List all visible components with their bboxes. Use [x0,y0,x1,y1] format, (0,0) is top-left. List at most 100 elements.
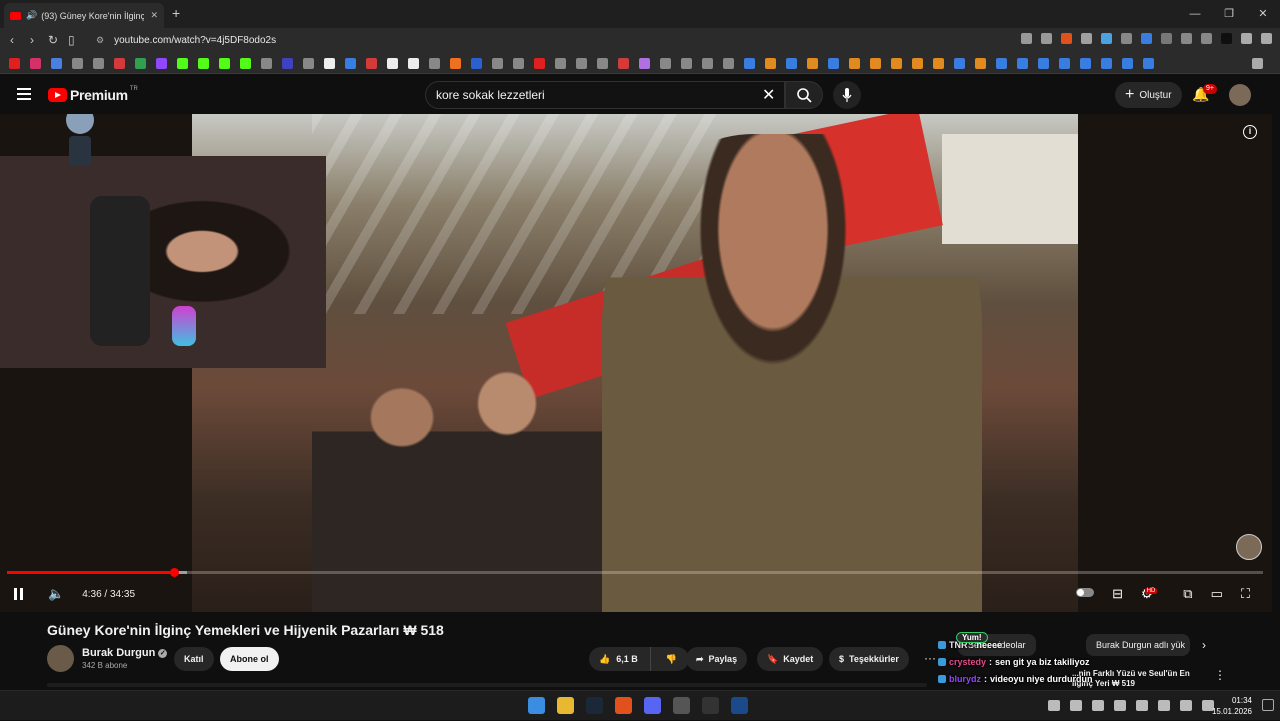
thanks-button[interactable]: $ Teşekkürler [829,647,909,671]
info-icon[interactable]: i [1243,125,1257,139]
bookmark-icon[interactable] [345,58,356,69]
browser-tab[interactable]: 🔊 (93) Güney Kore'nin İlginç Yemekleri ✕ [4,3,164,28]
bookmark-icon[interactable] [429,58,440,69]
close-tab-icon[interactable]: ✕ [150,10,158,21]
bookmark-icon[interactable] [618,58,629,69]
bookmark-icon[interactable] [72,58,83,69]
bookmark-icon[interactable] [639,58,650,69]
user-avatar[interactable] [1229,84,1251,106]
bookmark-icon[interactable] [702,58,713,69]
bookmark-steam-icon[interactable] [1017,58,1028,69]
bookmark-icon[interactable] [303,58,314,69]
bookmark-kick-icon[interactable] [198,58,209,69]
bookmark-twitch-icon[interactable] [156,58,167,69]
cast-icon[interactable]: ▭ [1211,586,1223,602]
new-tab-button[interactable]: + [172,5,180,21]
search-input[interactable]: kore sokak lezzetleri [425,81,785,109]
bookmark-icon[interactable] [261,58,272,69]
bookmark-steam-icon[interactable] [996,58,1007,69]
bookmark-reddit-icon[interactable] [366,58,377,69]
create-button[interactable]: + Oluştur [1115,82,1182,108]
bookmark-icon[interactable] [387,58,398,69]
clear-search-icon[interactable]: ✕ [762,85,775,105]
extension-icon[interactable] [1021,33,1032,44]
music-icon[interactable] [1241,33,1252,44]
obs-icon[interactable] [702,697,719,714]
channel-name[interactable]: Burak Durgun ✓ [82,647,168,659]
file-explorer-icon[interactable] [557,697,574,714]
bookmark-icon[interactable] [681,58,692,69]
discord-icon[interactable] [644,697,661,714]
tray-app-icon[interactable] [1070,700,1082,711]
bookmark-steam-icon[interactable] [1101,58,1112,69]
forward-icon[interactable]: › [30,33,34,47]
menu-icon[interactable] [1261,33,1272,44]
join-button[interactable]: Katıl [174,647,214,671]
description-box-edge[interactable] [47,683,927,687]
bookmark-icon[interactable] [807,58,818,69]
bookmark-icon[interactable] [912,58,923,69]
bookmark-icon[interactable] [450,58,461,69]
extension-icon[interactable] [1141,33,1152,44]
sidebar-icon[interactable] [1201,33,1212,44]
puzzle-icon[interactable] [1181,33,1192,44]
tray-network-icon[interactable] [1180,700,1192,711]
bookmark-icon[interactable] [114,58,125,69]
share-button[interactable]: ➦ Paylaş [686,647,748,671]
bookmark-icon[interactable] [471,58,482,69]
subscribe-button[interactable]: Abone ol [220,647,279,671]
bookmark-icon[interactable] [975,58,986,69]
hamburger-menu-icon[interactable] [17,88,31,100]
app-icon[interactable] [731,697,748,714]
url-field[interactable]: ⚙ youtube.com/watch?v=4j5DF8odo2s [88,31,988,50]
app-icon[interactable] [673,697,690,714]
notification-center-icon[interactable] [1262,699,1274,711]
scrubber-handle[interactable] [170,568,180,577]
video-player[interactable]: i 🔈 4:36 / 34:35 ⊟ ⚙HD ⧉ ▭ ⛶ [0,114,1272,612]
bookmark-amazon-icon[interactable] [408,58,419,69]
bookmark-icon[interactable] [765,58,776,69]
tray-chevron-icon[interactable] [1048,700,1060,711]
bookmark-folder-icon[interactable] [723,58,734,69]
bookmark-icon[interactable] [597,58,608,69]
share-icon[interactable] [1041,33,1052,44]
extension-icon[interactable] [1101,33,1112,44]
close-window-button[interactable]: ✕ [1246,0,1280,28]
pause-icon[interactable] [14,588,26,600]
bookmark-instagram-icon[interactable] [30,58,41,69]
bookmark-icon[interactable] [282,58,293,69]
bookmark-nfl-icon[interactable] [492,58,503,69]
site-settings-icon[interactable]: ⚙ [96,35,104,45]
extension-icon[interactable] [1161,33,1172,44]
bookmark-youtube-icon[interactable] [9,58,20,69]
steam-icon[interactable] [586,697,603,714]
bookmark-steam-icon[interactable] [786,58,797,69]
dislike-button[interactable]: 👎 [656,647,689,671]
extension-icon[interactable] [1081,33,1092,44]
bookmark-x-icon[interactable] [324,58,335,69]
bookmark-kick-icon[interactable] [177,58,188,69]
fullscreen-icon[interactable]: ⛶ [1241,586,1250,602]
bookmark-steam-icon[interactable] [1080,58,1091,69]
system-clock[interactable]: 01:34 15.01.2026 [1212,695,1252,717]
brave-browser-icon[interactable] [615,697,632,714]
tray-mic-icon[interactable] [1158,700,1170,711]
bookmark-steam-icon[interactable] [1122,58,1133,69]
chips-next-chevron-icon[interactable]: › [1202,638,1206,652]
bookmark-icon[interactable]: ▯ [68,33,75,47]
like-button[interactable]: 👍 6,1 B [589,647,651,671]
bookmarks-overflow-icon[interactable] [1252,58,1263,69]
bookmark-icon[interactable] [513,58,524,69]
bookmark-icon[interactable] [891,58,902,69]
bookmark-steam-icon[interactable] [1143,58,1154,69]
tray-app-icon[interactable] [1092,700,1104,711]
bookmark-icon[interactable] [555,58,566,69]
bookmark-kick-icon[interactable] [219,58,230,69]
bookmark-icon[interactable] [849,58,860,69]
bookmark-steam-icon[interactable] [744,58,755,69]
bookmark-icon[interactable] [51,58,62,69]
tray-volume-icon[interactable] [1136,700,1148,711]
bookmark-drive-icon[interactable] [135,58,146,69]
extension-icon[interactable] [1121,33,1132,44]
bookmark-steam-icon[interactable] [1059,58,1070,69]
